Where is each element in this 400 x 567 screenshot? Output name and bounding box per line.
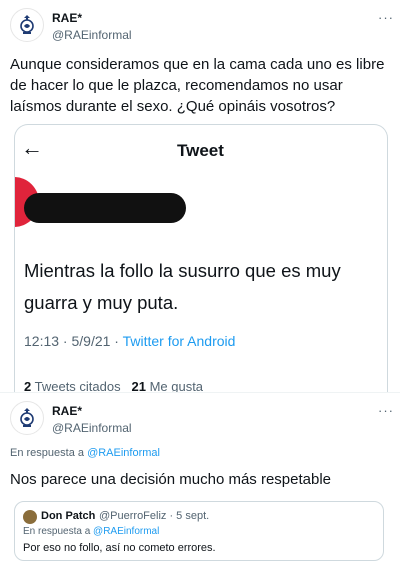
reply-prefix: En respuesta a: [10, 447, 84, 459]
reply-handle-link[interactable]: @RAEinformal: [87, 447, 160, 459]
quoted-reply-prefix: En respuesta a: [23, 526, 91, 537]
embedded-tweet-time: 12:13 · 5/9/21 ·: [24, 333, 119, 349]
embedded-tweet-text: Mientras la follo la susurro que es muy …: [24, 260, 341, 313]
like-count-label[interactable]: Me gusta: [150, 379, 203, 393]
redaction-bar: [24, 193, 186, 223]
author-handle[interactable]: @RAEinformal: [52, 28, 132, 42]
embedded-header-title: Tweet: [177, 141, 224, 160]
more-options-icon[interactable]: ···: [378, 10, 394, 25]
embedded-tweet-meta: 12:13 · 5/9/21 · Twitter for Android: [24, 333, 235, 349]
embedded-tweet-screenshot[interactable]: ← Tweet Mientras la follo la susurro que…: [14, 124, 388, 393]
author-handle[interactable]: @RAEinformal: [52, 421, 132, 435]
quoted-reply-context: En respuesta a @RAEinformal: [23, 526, 159, 537]
author-name[interactable]: RAE*: [52, 11, 82, 25]
quoted-reply-handle-link[interactable]: @RAEinformal: [93, 526, 159, 537]
like-count: 21: [131, 379, 146, 393]
quoted-author-name: Don Patch: [41, 510, 96, 522]
reply-context: En respuesta a @RAEinformal: [10, 447, 160, 459]
avatar[interactable]: [10, 8, 44, 42]
crest-icon: [20, 15, 34, 34]
tweet-2[interactable]: RAE* @RAEinformal ··· En respuesta a @RA…: [0, 392, 400, 567]
tweet-1[interactable]: RAE* @RAEinformal ··· Aunque consideramo…: [0, 0, 400, 393]
quoted-tweet[interactable]: Don Patch @PuerroFeliz · 5 sept. En resp…: [14, 501, 384, 561]
embedded-tweet-counts: 2 Tweets citados 21 Me gusta: [24, 379, 203, 393]
arrow-left-icon[interactable]: ←: [21, 135, 43, 161]
avatar[interactable]: [10, 401, 44, 435]
embedded-tweet-app[interactable]: Twitter for Android: [123, 333, 236, 349]
quoted-author-meta: @PuerroFeliz · 5 sept.: [99, 510, 210, 522]
author-name[interactable]: RAE*: [52, 404, 82, 418]
crest-icon: [20, 408, 34, 427]
quote-count: 2: [24, 379, 32, 393]
quoted-tweet-text: Por eso no follo, así no cometo errores.: [23, 542, 216, 554]
quote-count-label[interactable]: Tweets citados: [35, 379, 121, 393]
tweet-text: Nos parece una decisión mucho más respet…: [10, 471, 332, 488]
more-options-icon[interactable]: ···: [378, 403, 394, 418]
tweet-text: Aunque consideramos que en la cama cada …: [10, 56, 385, 115]
quoted-avatar: [23, 510, 37, 524]
